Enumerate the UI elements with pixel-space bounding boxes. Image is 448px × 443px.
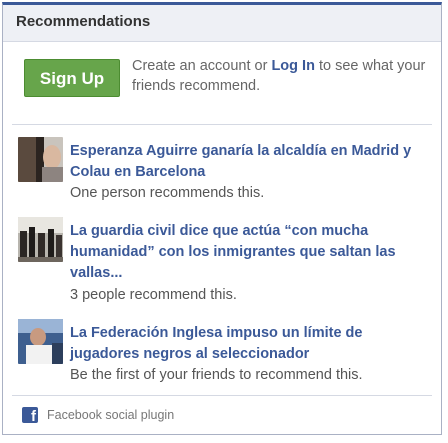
recommendation-count: 3 people recommend this. (70, 287, 237, 303)
recommendation-title[interactable]: La guardia civil dice que actúa “con muc… (70, 221, 435, 284)
recommendation-count: One person recommends this. (70, 185, 265, 201)
recommendation-count: Be the first of your friends to recommen… (70, 367, 363, 383)
footer-label[interactable]: Facebook social plugin (47, 408, 174, 422)
facebook-icon[interactable]: f (22, 407, 38, 423)
news-photo-thumbnail[interactable] (18, 319, 63, 364)
news-photo-thumbnail[interactable] (18, 217, 63, 262)
log-in-link[interactable]: Log In (271, 58, 315, 74)
sign-up-button[interactable]: Sign Up (24, 59, 120, 97)
news-photo-thumbnail[interactable] (18, 137, 63, 182)
signup-prompt: Create an account or Log In to see what … (132, 56, 432, 96)
signup-area: Sign Up Create an account or Log In to s… (12, 42, 432, 125)
widget-header: Recommendations (3, 5, 441, 42)
signup-text-before: Create an account or (132, 58, 272, 74)
recommendations-widget: Recommendations Sign Up Create an accoun… (2, 2, 442, 435)
footer: f Facebook social plugin (22, 405, 174, 425)
recommendation-title[interactable]: La Federación Inglesa impuso un límite d… (70, 323, 435, 365)
footer-divider (12, 395, 432, 396)
recommendation-title[interactable]: Esperanza Aguirre ganaría la alcaldía en… (70, 141, 435, 183)
